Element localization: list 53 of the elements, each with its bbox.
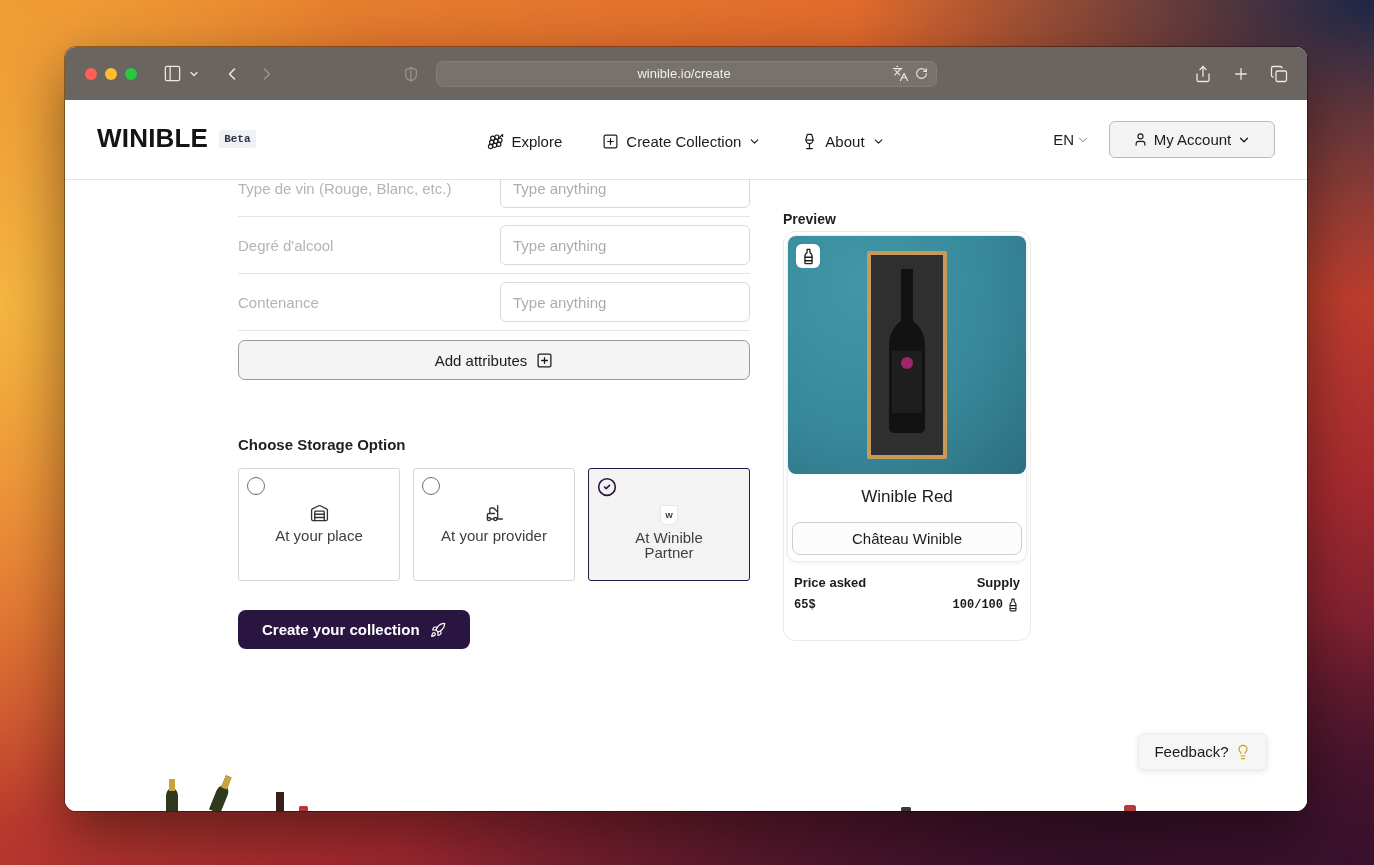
- maximize-window-icon[interactable]: [125, 67, 137, 80]
- plus-square-icon: [602, 132, 620, 150]
- shield-icon[interactable]: [402, 65, 419, 82]
- storage-option-card[interactable]: At your provider: [413, 468, 575, 581]
- text-input[interactable]: Type anything: [500, 282, 750, 322]
- close-window-icon[interactable]: [85, 67, 97, 80]
- text-input[interactable]: Type anything: [500, 180, 750, 208]
- price-value: 65$: [794, 597, 816, 613]
- supply-value: 100/100: [952, 597, 1003, 613]
- text-input[interactable]: Type anything: [500, 225, 750, 265]
- bottle-icon: [1006, 598, 1020, 612]
- add-attributes-button[interactable]: Add attributes: [238, 340, 750, 380]
- nav-link[interactable]: Create Collection: [602, 132, 762, 150]
- nav-link[interactable]: About: [801, 132, 885, 150]
- user-icon: [1132, 132, 1148, 147]
- preview-title: Preview: [783, 211, 837, 228]
- supply-label: Supply: [976, 575, 1020, 591]
- share-icon[interactable]: [1194, 64, 1212, 83]
- grapes-icon: [487, 132, 505, 150]
- account-button[interactable]: My Account: [1109, 121, 1275, 158]
- rocket-icon: [429, 621, 446, 638]
- reload-icon[interactable]: [914, 67, 928, 80]
- translate-icon[interactable]: [891, 65, 909, 82]
- storage-option-card[interactable]: W At Winible Partner: [588, 468, 750, 581]
- warehouse-icon: [309, 503, 329, 523]
- create-collection-button[interactable]: Create your collection: [238, 610, 470, 649]
- bottle-top-drawing: [299, 806, 308, 811]
- forklift-icon: [484, 503, 504, 523]
- bottle-icon: [796, 244, 820, 268]
- address-bar[interactable]: winible.io/create: [435, 60, 937, 87]
- product-name: Winible Red: [860, 486, 954, 508]
- feedback-button[interactable]: Feedback?: [1138, 733, 1267, 770]
- bottle-top-drawing: [1124, 805, 1136, 811]
- nav-link[interactable]: Explore: [487, 132, 563, 150]
- attribute-label: Contenance: [238, 293, 320, 311]
- logo[interactable]: WINIBLE: [97, 123, 209, 154]
- champagne-bottle-drawing: [165, 778, 179, 811]
- tabs-overview-icon[interactable]: [1270, 64, 1288, 83]
- producer-name: Château Winible: [792, 522, 1022, 555]
- attribute-label: Type de vin (Rouge, Blanc, etc.): [238, 180, 453, 197]
- minimize-window-icon[interactable]: [105, 67, 117, 80]
- price-label: Price asked: [794, 575, 867, 591]
- bottle-top-drawing: [901, 807, 911, 811]
- partner-logo: W: [660, 505, 678, 525]
- language-button[interactable]: EN: [1053, 131, 1090, 148]
- wine-bottle-drawing: [273, 792, 287, 811]
- beta-badge: Beta: [219, 129, 256, 148]
- storage-option-card[interactable]: At your place: [238, 468, 400, 581]
- check-circle-icon: [597, 477, 617, 497]
- plus-square-icon: [536, 351, 554, 369]
- sidebar-icon[interactable]: [163, 64, 182, 83]
- section-title: Choose Storage Option: [238, 436, 407, 454]
- attribute-label: Degré d'alcool: [238, 236, 335, 254]
